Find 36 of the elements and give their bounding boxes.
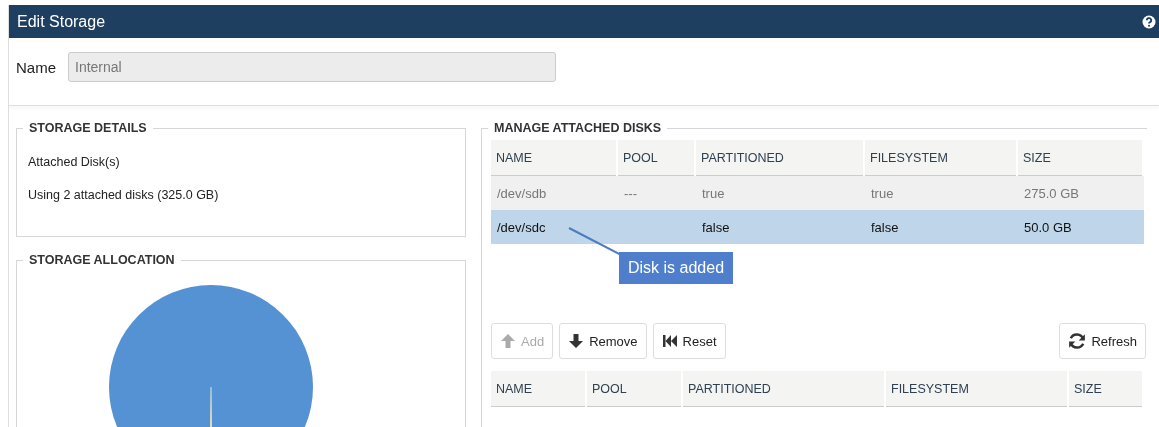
arrow-down-icon [568,333,585,349]
column-header: SIZE [1069,371,1142,407]
rewind-icon [661,333,678,349]
section-title: STORAGE DETAILS [23,121,153,135]
column-header: SIZE [1018,140,1142,176]
table-cell-text: --- [623,185,638,201]
toolbar-button[interactable]: Reset [652,323,726,359]
table-cell-text: false [701,219,731,235]
section-title: STORAGE ALLOCATION [23,253,181,267]
table-cell-text: true [701,185,726,201]
table-cell-text: true [870,185,895,201]
window-title: Edit Storage [17,12,106,31]
table-cell-text: /dev/sdc [496,219,547,235]
arrow-up-icon [500,333,516,349]
toolbar-button[interactable]: Remove [559,323,647,359]
refresh-icon [1068,332,1087,350]
refresh-button[interactable]: Refresh [1059,323,1146,359]
table-cell-text: /dev/sdb [496,185,548,201]
column-header: FILESYSTEM [886,371,1067,407]
column-header: NAME [491,371,585,407]
callout-label: Disk is added [619,252,734,284]
section-title: MANAGE ATTACHED DISKS [488,121,668,135]
detail-text: Attached Disk(s) [28,155,121,169]
table-row[interactable]: /dev/sdc false false 50.0 GB [491,210,1144,244]
column-header: POOL [618,140,694,176]
column-header: POOL [587,371,681,407]
detail-text: Using 2 attached disks (325.0 GB) [28,188,220,202]
name-label: Name [16,58,56,76]
table-cell-text: 50.0 GB [1023,219,1073,235]
table-cell-text: 275.0 GB [1023,185,1080,201]
table-cell-text: false [870,219,900,235]
column-header: FILESYSTEM [865,140,1016,176]
column-header: NAME [491,140,616,176]
column-header: PARTITIONED [683,371,884,407]
column-header: PARTITIONED [696,140,863,176]
help-icon[interactable] [1142,14,1156,29]
